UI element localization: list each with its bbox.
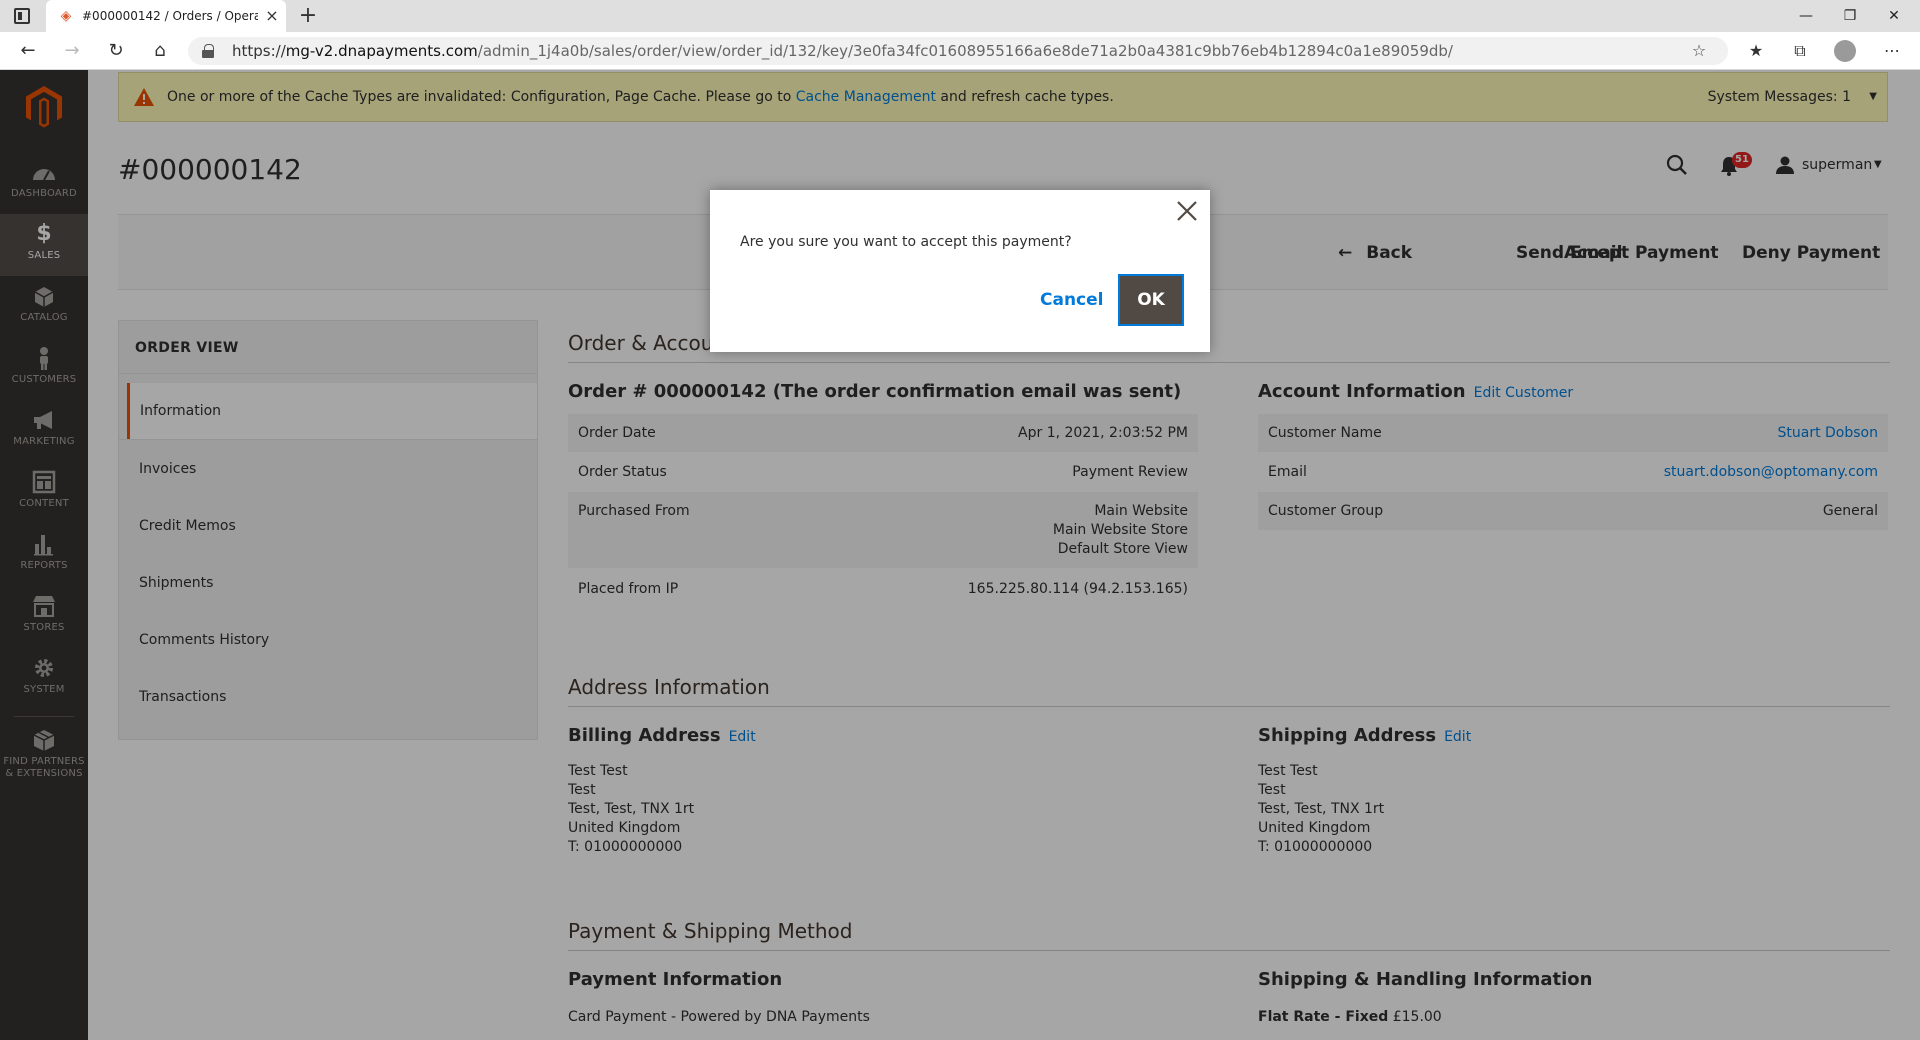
window-close-icon[interactable]: ✕	[1874, 4, 1914, 28]
favorites-icon[interactable]: ★	[1744, 39, 1768, 63]
minimize-icon[interactable]: —	[1786, 4, 1826, 28]
collections-icon[interactable]: ⧉	[1788, 39, 1812, 63]
browser-tab[interactable]: ◈ #000000142 / Orders / Operations ×	[46, 0, 286, 32]
url-host: mg-v2.dnapayments.com	[285, 42, 478, 60]
browser-address-bar: ← → ↻ ⌂ https://mg-v2.dnapayments.com/ad…	[0, 32, 1920, 70]
cancel-button[interactable]: Cancel	[1040, 286, 1103, 314]
reload-icon[interactable]: ↻	[104, 39, 128, 63]
modal-message: Are you sure you want to accept this pay…	[740, 234, 1072, 250]
url-path: /admin_1j4a0b/sales/order/view/order_id/…	[477, 42, 1453, 60]
browser-tab-bar: ◈ #000000142 / Orders / Operations × + —…	[0, 0, 1920, 32]
restore-icon[interactable]: ❐	[1830, 4, 1870, 28]
tab-close-icon[interactable]: ×	[264, 6, 280, 26]
tab-title: #000000142 / Orders / Operations	[82, 9, 258, 23]
back-arrow-icon[interactable]: ←	[16, 39, 40, 63]
favorite-star-icon[interactable]: ☆	[1688, 40, 1710, 62]
more-options-icon[interactable]: ⋯	[1880, 39, 1904, 63]
url-text: https://mg-v2.dnapayments.com/admin_1j4a…	[232, 42, 1453, 60]
confirm-accept-payment-modal: Are you sure you want to accept this pay…	[710, 190, 1210, 352]
modal-overlay[interactable]: Are you sure you want to accept this pay…	[0, 70, 1920, 1040]
ok-button[interactable]: OK	[1118, 274, 1184, 326]
profile-avatar-icon[interactable]	[1834, 40, 1856, 62]
magento-favicon-icon: ◈	[60, 8, 72, 24]
url-input[interactable]: https://mg-v2.dnapayments.com/admin_1j4a…	[188, 37, 1728, 65]
window-menu-icon[interactable]	[14, 8, 30, 24]
home-icon[interactable]: ⌂	[148, 39, 172, 63]
url-scheme: https://	[232, 42, 286, 60]
new-tab-icon[interactable]: +	[296, 4, 320, 28]
lock-icon	[202, 44, 214, 58]
modal-close-icon[interactable]	[1176, 200, 1198, 222]
forward-arrow-icon[interactable]: →	[60, 39, 84, 63]
